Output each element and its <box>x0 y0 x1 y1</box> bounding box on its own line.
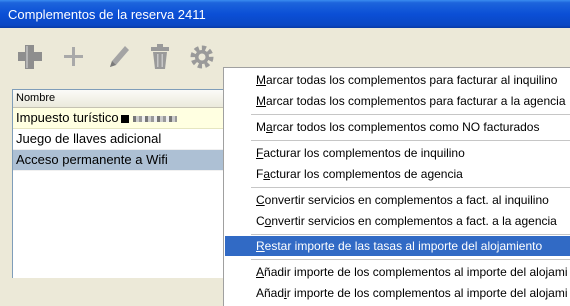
menu-item-convert-agencia[interactable]: Convertir servicios en complementos a fa… <box>225 211 570 231</box>
menu-separator <box>251 140 570 141</box>
list-row[interactable]: Impuesto turístico <box>13 108 225 129</box>
row-label: Acceso permanente a Wifi <box>16 152 168 167</box>
menu-item-mark-all-inquilino[interactable]: Marcar todas los complementos para factu… <box>225 70 570 90</box>
menu-item-convert-inquilino[interactable]: Convertir servicios en complementos a fa… <box>225 190 570 210</box>
menu-item-invoice-inquilino[interactable]: Facturar los complementos de inquilino <box>225 143 570 163</box>
add-icon <box>64 47 83 66</box>
edit-button[interactable] <box>102 40 134 74</box>
window-title: Complementos de la reserva 2411 <box>8 7 206 22</box>
trash-icon <box>151 44 169 69</box>
menu-item-invoice-agencia[interactable]: Facturar los complementos de agencia <box>225 164 570 184</box>
menu-item-mark-not-invoiced[interactable]: Marcar todos los complementos como NO fa… <box>225 117 570 137</box>
pencil-icon <box>110 46 129 67</box>
row-label: Impuesto turístico <box>16 110 119 125</box>
list-row[interactable]: Juego de llaves adicional <box>13 129 225 150</box>
menu-separator <box>251 234 570 235</box>
column-header-nombre[interactable]: Nombre <box>13 90 225 108</box>
gear-icon <box>190 45 214 69</box>
redacted-mark <box>120 114 129 123</box>
complements-list[interactable]: Nombre Impuesto turístico Juego de llave… <box>12 89 225 278</box>
menu-item-add-complements-2[interactable]: Añadir importe de los complementos al im… <box>225 283 570 303</box>
context-menu: Marcar todas los complementos para factu… <box>223 67 570 306</box>
row-label: Juego de llaves adicional <box>16 131 162 146</box>
menu-separator <box>251 114 570 115</box>
menu-separator <box>251 187 570 188</box>
delete-button[interactable] <box>144 40 176 74</box>
add-button[interactable] <box>58 40 90 74</box>
settings-button[interactable] <box>186 40 218 74</box>
menu-item-mark-all-agencia[interactable]: Marcar todas los complementos para factu… <box>225 91 570 111</box>
menu-separator <box>251 259 570 260</box>
redacted-mark <box>132 115 177 122</box>
list-row[interactable]: Acceso permanente a Wifi <box>13 150 225 171</box>
window-body: Nombre Impuesto turístico Juego de llave… <box>0 28 570 306</box>
title-bar[interactable]: Complementos de la reserva 2411 <box>0 0 570 28</box>
add-filled-button[interactable] <box>14 40 46 74</box>
menu-item-add-complements[interactable]: Añadir importe de los complementos al im… <box>225 262 570 282</box>
add-filled-icon <box>18 45 42 69</box>
menu-item-subtract-taxes[interactable]: Restar importe de las tasas al importe d… <box>225 236 570 256</box>
